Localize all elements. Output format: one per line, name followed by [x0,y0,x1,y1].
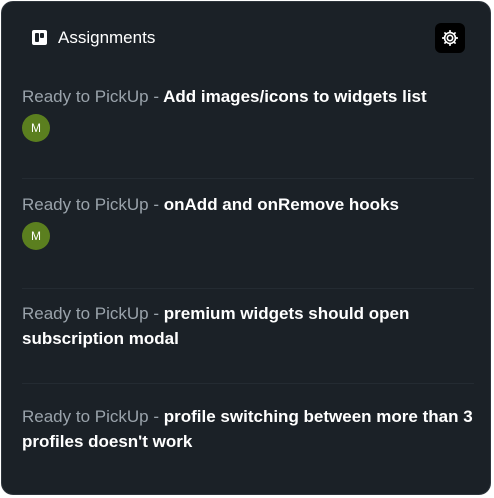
item-text: Ready to PickUp - onAdd and onRemove hoo… [22,195,399,214]
item-text: Ready to PickUp - Add images/icons to wi… [22,87,427,106]
status-label: Ready to PickUp [22,195,149,214]
status-label: Ready to PickUp [22,304,149,323]
list-item[interactable]: Ready to PickUp - Add images/icons to wi… [22,84,474,179]
gear-icon [442,30,458,46]
avatar: M [22,222,50,250]
avatar: M [22,114,50,142]
trello-board-icon [32,30,47,45]
item-text: Ready to PickUp - premium widgets should… [22,304,410,348]
list-item[interactable]: Ready to PickUp - premium widgets should… [22,301,474,384]
list-item[interactable]: Ready to PickUp - profile switching betw… [22,404,474,484]
list-item[interactable]: Ready to PickUp - onAdd and onRemove hoo… [22,192,474,289]
widget-header: Assignments [2,2,490,74]
item-title: onAdd and onRemove hooks [163,195,399,214]
item-title: Add images/icons to widgets list [163,87,427,106]
status-label: Ready to PickUp [22,87,149,106]
status-label: Ready to PickUp [22,407,149,426]
assignments-widget: Assignments Ready to PickUp - Add images… [1,1,491,495]
widget-title: Assignments [58,28,156,47]
item-text: Ready to PickUp - profile switching betw… [22,407,473,451]
settings-button[interactable] [435,23,465,53]
